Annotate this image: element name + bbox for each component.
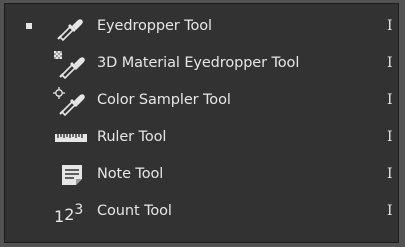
menu-item-ruler-tool[interactable]: Ruler Tool I (5, 119, 398, 156)
menu-item-shortcut: I (387, 18, 393, 34)
menu-item-label: Count Tool (97, 203, 172, 219)
menu-item-note-tool[interactable]: Note Tool I (5, 156, 398, 193)
menu-item-count-tool[interactable]: 123 Count Tool I (5, 193, 398, 230)
count-icon: 123 (49, 197, 89, 227)
color-sampler-icon (49, 86, 89, 116)
menu-item-label: Eyedropper Tool (97, 18, 212, 34)
menu-item-shortcut: I (387, 166, 393, 182)
menu-item-shortcut: I (387, 92, 393, 108)
tool-flyout-container: Eyedropper Tool I 3D Material Eyedropper… (0, 0, 405, 247)
menu-item-eyedropper-tool[interactable]: Eyedropper Tool I (5, 8, 398, 45)
menu-item-label: Ruler Tool (97, 129, 167, 145)
eyedropper-tools-flyout-menu: Eyedropper Tool I 3D Material Eyedropper… (4, 3, 399, 243)
menu-item-shortcut: I (387, 55, 393, 71)
menu-item-color-sampler-tool[interactable]: Color Sampler Tool I (5, 82, 398, 119)
3d-material-eyedropper-icon (49, 49, 89, 79)
menu-item-label: Color Sampler Tool (97, 92, 231, 108)
menu-item-3d-material-eyedropper-tool[interactable]: 3D Material Eyedropper Tool I (5, 45, 398, 82)
count-icon-digits: 123 (54, 202, 84, 226)
selected-indicator (26, 23, 32, 29)
menu-item-shortcut: I (387, 203, 393, 219)
menu-item-label: Note Tool (97, 166, 164, 182)
ruler-icon (49, 123, 89, 153)
eyedropper-icon (49, 12, 89, 42)
note-icon (49, 160, 89, 190)
menu-item-shortcut: I (387, 129, 393, 145)
menu-item-label: 3D Material Eyedropper Tool (97, 55, 300, 71)
